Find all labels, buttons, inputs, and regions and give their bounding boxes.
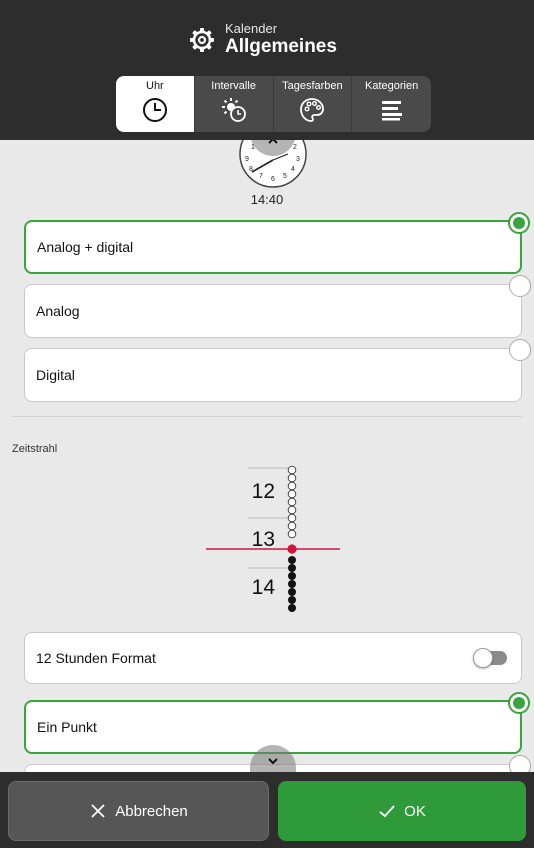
option-digital[interactable]: Digital <box>24 339 531 402</box>
tab-bar: Uhr Intervalle Tagesfarben Kategorien <box>116 76 431 132</box>
page-title: Allgemeines <box>225 36 337 57</box>
section-divider <box>12 416 522 417</box>
toggle-knob <box>473 648 493 668</box>
tab-intervalle[interactable]: Intervalle <box>195 76 274 132</box>
clock-number: 9 <box>245 156 249 163</box>
ok-button[interactable]: OK <box>278 781 526 841</box>
radio-empty-icon[interactable] <box>509 755 531 772</box>
option-label: Ein Punkt <box>37 719 97 735</box>
tab-kategorien[interactable]: Kategorien <box>352 76 431 132</box>
palette-icon <box>300 98 325 122</box>
scroll-down-button[interactable] <box>250 745 296 772</box>
header-title-group: Kalender Allgemeines <box>189 22 337 58</box>
gear-icon <box>190 28 214 52</box>
header-subtitle: Kalender <box>225 21 278 36</box>
tab-uhr[interactable]: Uhr <box>116 76 195 132</box>
toggle-label: 12 Stunden Format <box>36 650 156 666</box>
tab-label: Tagesfarben <box>282 80 343 92</box>
clock-number: 3 <box>296 156 300 163</box>
close-icon <box>91 804 105 818</box>
timeline-graphic: 12 13 14 <box>206 465 340 612</box>
header-text: Kalender Allgemeines <box>225 22 337 58</box>
chevron-down-icon <box>268 758 278 765</box>
cancel-button[interactable]: Abbrechen <box>8 781 269 841</box>
digital-time: 14:40 <box>250 192 284 207</box>
tab-label: Kategorien <box>365 80 419 92</box>
clock-number: 7 <box>259 173 263 180</box>
clock-number: 4 <box>291 166 295 173</box>
chevron-up-icon <box>268 140 278 144</box>
option-analog[interactable]: Analog <box>24 275 531 338</box>
app-header: Kalender Allgemeines Uhr Intervalle Tage… <box>0 0 534 140</box>
radio-selected-icon[interactable] <box>508 692 530 714</box>
check-icon <box>379 805 395 818</box>
timeline-hour: 13 <box>252 528 275 551</box>
scroll-up-button[interactable] <box>250 140 296 156</box>
tab-label: Uhr <box>146 80 164 92</box>
option-label: Analog + digital <box>37 239 134 255</box>
timeline-hour: 14 <box>252 576 276 599</box>
radio-empty-icon[interactable] <box>509 339 531 361</box>
timeline-hour: 12 <box>252 480 275 503</box>
timeline-preview: 12 13 14 <box>0 458 534 618</box>
option-label: Analog <box>36 303 80 319</box>
settings-content[interactable]: 1 2 3 4 5 6 7 8 9 14:40 Analog + digital… <box>0 140 534 772</box>
tab-tagesfarben[interactable]: Tagesfarben <box>274 76 353 132</box>
option-label: Digital <box>36 367 75 383</box>
footer-bar: Abbrechen OK <box>0 772 534 848</box>
radio-empty-icon[interactable] <box>509 275 531 297</box>
clock-icon <box>142 98 167 122</box>
tab-label: Intervalle <box>211 80 256 92</box>
list-icon <box>381 101 402 121</box>
twelve-hour-format-row[interactable]: 12 Stunden Format <box>24 632 522 684</box>
radio-selected-icon[interactable] <box>508 212 530 234</box>
option-analog-digital[interactable]: Analog + digital <box>24 212 530 274</box>
twelve-hour-toggle[interactable] <box>473 648 507 668</box>
clock-number: 6 <box>271 176 275 183</box>
cancel-label: Abbrechen <box>115 802 188 820</box>
sun-clock-icon <box>221 98 246 122</box>
clock-number: 5 <box>283 173 287 180</box>
section-label-timeline: Zeitstrahl <box>12 443 58 455</box>
ok-label: OK <box>404 802 426 820</box>
